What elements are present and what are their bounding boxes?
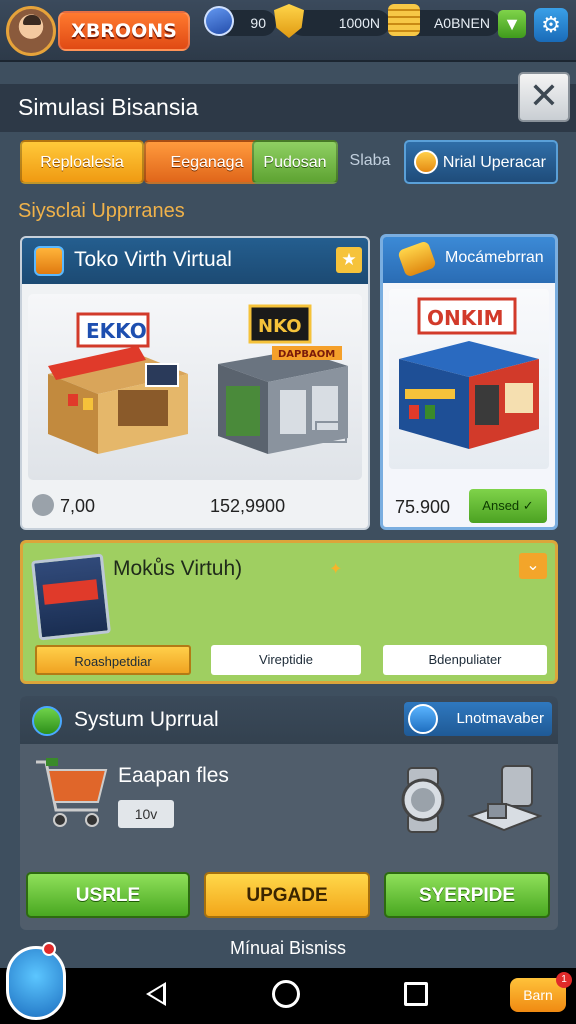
store-icon <box>34 246 64 276</box>
notification-dot <box>42 942 56 956</box>
shopping-cart-icon <box>36 758 108 827</box>
home-icon[interactable] <box>272 980 300 1008</box>
footer-title: Mínuai Bisniss <box>0 938 576 968</box>
check-icon: ✓ <box>522 498 534 513</box>
wrench-icon <box>32 706 62 736</box>
kiosk-image: ONKIM <box>399 297 539 449</box>
promo-button-3[interactable]: Bdenpuliater <box>383 645 547 675</box>
price-value-a: 7,00 <box>60 496 96 516</box>
sparkle-icon: ✦ <box>329 561 343 578</box>
shop-card-side-header: Mocámebrran <box>383 237 555 283</box>
system-item-name: Eaapan fles <box>118 764 229 787</box>
shop-sign-a: EKKO <box>86 319 147 343</box>
promo-card[interactable]: Mokůs Virtuh) ✦ ⌄ Roashpetdiar Vireptidi… <box>20 540 558 684</box>
shop-illustration: EKKO NKO DAPBAOM <box>28 294 362 480</box>
shop-card-title: Toko Virth Virtual <box>74 248 232 271</box>
system-panel-header: Systum Uprrual Lnotmavaber <box>20 696 558 744</box>
buy-button[interactable]: Ansed ✓ <box>469 489 547 523</box>
section-heading: Siysclai Upprranes <box>18 200 185 222</box>
system-tab-button[interactable]: Lnotmavaber <box>404 702 552 736</box>
shop-card-side-title: Mocámebrran <box>445 249 544 266</box>
character-fab-button[interactable] <box>6 946 66 1020</box>
avatar[interactable] <box>6 6 56 56</box>
syerpide-button[interactable]: SYERPIDE <box>384 872 550 918</box>
machine-icon <box>467 765 542 832</box>
chevron-down-icon[interactable]: ⌄ <box>519 553 547 579</box>
tab-nrial-uperacar[interactable]: Nrial Uperacar <box>404 140 558 184</box>
system-item-count: 10v <box>118 800 174 828</box>
gear-icon: ⚙ <box>541 12 561 37</box>
tab-pudosan[interactable]: Pudosan <box>252 140 338 184</box>
side-price: 75.900 <box>395 497 451 517</box>
buy-button-label: Ansed <box>482 498 520 513</box>
coin-icon <box>414 150 438 174</box>
back-icon[interactable] <box>146 982 166 1006</box>
resource-shields: 1000N <box>290 10 390 36</box>
recent-apps-icon[interactable] <box>404 982 428 1006</box>
system-panel-title: Systum Uprrual <box>74 708 219 731</box>
brand-logo: XBROONS <box>58 11 190 51</box>
shop-card-main[interactable]: Toko Virth Virtual ★ EKKO NKO DAPBAOM 7,… <box>20 236 370 530</box>
shop-card-header: Toko Virth Virtual ★ <box>22 238 368 284</box>
watch-icon <box>401 767 445 833</box>
window-title: Simulasi Bisansia <box>18 94 199 120</box>
coin-icon <box>32 494 54 516</box>
shop-card-side[interactable]: Mocámebrran ONKIM 75.900 Ansed ✓ <box>380 234 558 530</box>
window-titlebar: Simulasi Bisansia <box>0 84 576 132</box>
shop-side-illustration: ONKIM <box>389 289 549 469</box>
promo-button-2[interactable]: Vireptidie <box>211 645 361 675</box>
settings-button[interactable]: ⚙ <box>534 8 568 42</box>
price-label-a: 7,00 <box>32 494 95 517</box>
tab-slaba[interactable]: Slaba <box>340 140 400 184</box>
star-icon[interactable]: ★ <box>336 247 362 273</box>
top-bar: XBROONS 90 1000N A0BNEN ▼ ⚙ <box>0 0 576 62</box>
close-button[interactable]: ✕ <box>518 72 570 122</box>
system-tab-label: Lnotmavaber <box>456 710 544 727</box>
price-tag-icon <box>31 553 111 641</box>
shop-buildings-image: EKKO NKO DAPBAOM <box>48 304 348 454</box>
coins-icon <box>388 4 420 36</box>
usrle-button[interactable]: USRLE <box>26 872 190 918</box>
shop-sign-b: NKO <box>258 316 302 337</box>
shop-sign-b-sub: DAPBAOM <box>278 349 335 360</box>
tab-nrial-uperacar-label: Nrial Uperacar <box>442 154 546 171</box>
tab-reploalesia[interactable]: Reploalesia <box>20 140 144 184</box>
add-currency-button[interactable]: ▼ <box>498 10 526 38</box>
close-icon: ✕ <box>528 75 560 116</box>
promo-button-1[interactable]: Roashpetdiar <box>35 645 191 675</box>
promo-title: Mokůs Virtuh) <box>113 557 243 580</box>
kiosk-sign: ONKIM <box>427 306 504 330</box>
phone-icon <box>397 240 437 278</box>
tool-icon <box>408 704 438 734</box>
system-panel: Systum Uprrual Lnotmavaber Eaapan fles 1… <box>20 696 558 930</box>
price-label-b: 152,9900 <box>210 496 286 516</box>
upgrade-button[interactable]: UPGADE <box>204 872 370 918</box>
category-tabs: Reploalesia Eeganaga Pudosan Slaba Nrial… <box>18 140 562 186</box>
earn-badge: 1 <box>556 972 572 988</box>
